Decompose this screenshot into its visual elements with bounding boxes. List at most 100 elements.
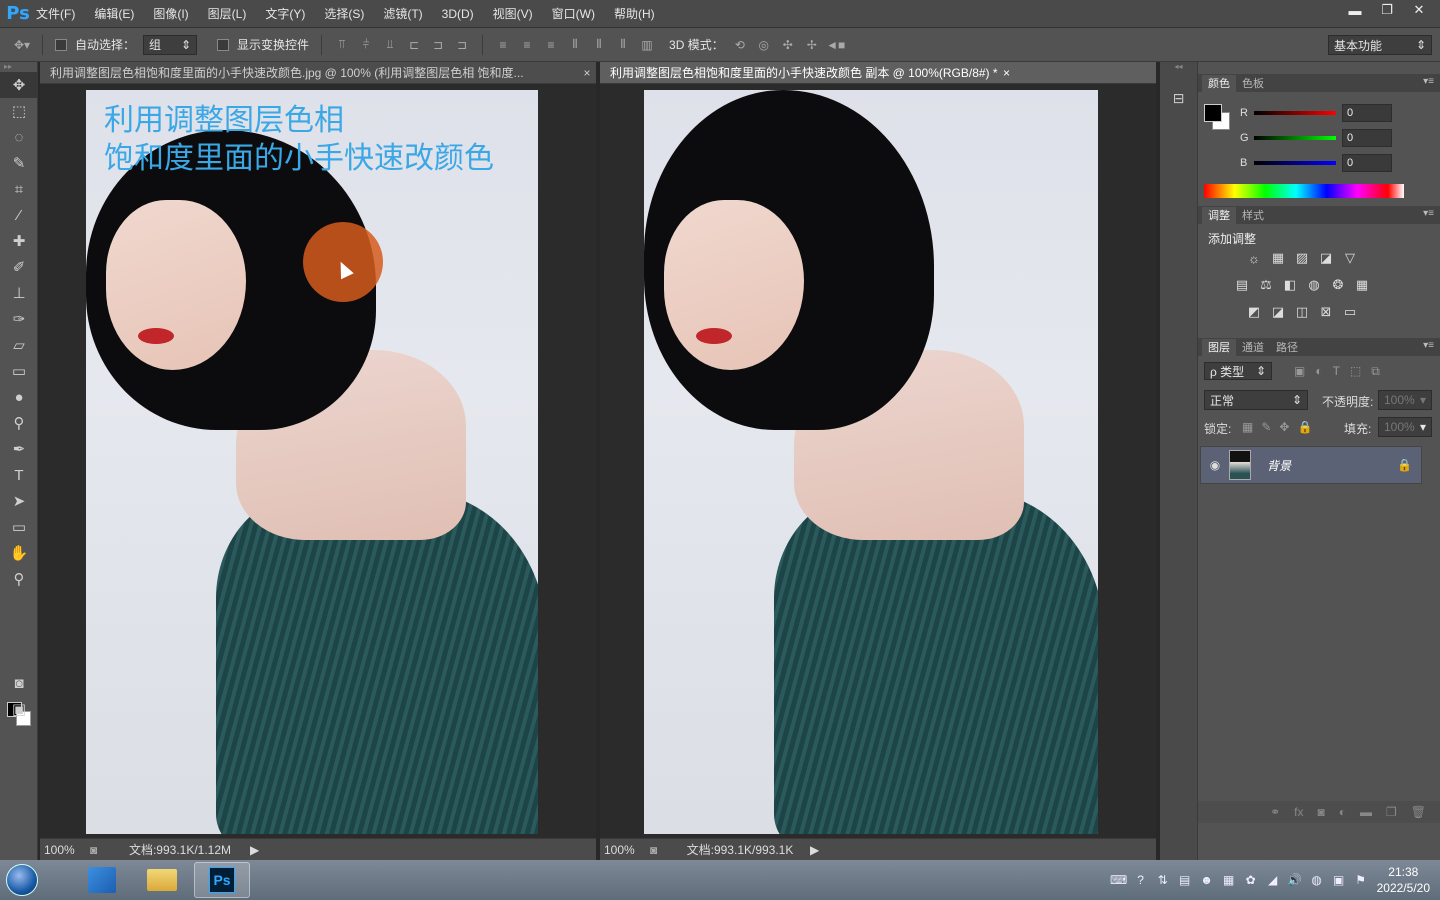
status-info-icon[interactable]: ◙ [90, 843, 110, 857]
menu-file[interactable]: 文件(F) [36, 5, 75, 22]
visibility-eye-icon[interactable]: ◉ [1201, 458, 1229, 472]
tab-layers[interactable]: 图层 [1202, 339, 1236, 356]
photo-canvas[interactable] [644, 90, 1098, 834]
network-icon[interactable]: ▣ [1331, 872, 1347, 888]
posterize-icon[interactable]: ◪ [1270, 304, 1286, 320]
filter-type-icon[interactable]: T [1333, 364, 1340, 379]
photo-canvas[interactable]: 利用调整图层色相 饱和度里面的小手快速改颜色 [86, 90, 538, 834]
align-right-icon[interactable]: ⊐ [454, 37, 470, 53]
workspace-dropdown[interactable]: 基本功能 ⇕ [1328, 35, 1432, 55]
status-menu-arrow-icon[interactable]: ▶ [250, 843, 270, 857]
layer-name[interactable]: 背景 [1267, 457, 1397, 474]
channel-mixer-icon[interactable]: ❂ [1330, 277, 1346, 293]
qq-icon[interactable]: ☻ [1199, 872, 1215, 888]
fx-icon[interactable]: fx [1294, 805, 1303, 819]
lock-transparent-icon[interactable]: ▦ [1242, 420, 1253, 434]
taskbar-app-windows[interactable] [74, 862, 130, 898]
help-icon[interactable]: ? [1133, 872, 1149, 888]
exposure-icon[interactable]: ◪ [1318, 250, 1334, 266]
menu-window[interactable]: 窗口(W) [552, 5, 595, 22]
distribute-bottom-icon[interactable]: ≡ [543, 37, 559, 53]
layer-row-background[interactable]: ◉ 背景 🔒 [1200, 446, 1422, 484]
color-fg-swatch[interactable] [1204, 104, 1222, 122]
3d-roll-icon[interactable]: ◎ [756, 37, 772, 53]
lock-position-icon[interactable]: ✥ [1279, 420, 1289, 434]
tab-swatches[interactable]: 色板 [1236, 75, 1270, 92]
threshold-icon[interactable]: ◫ [1294, 304, 1310, 320]
menu-type[interactable]: 文字(Y) [265, 5, 305, 22]
collapse-arrows-icon[interactable]: ◂◂ [1160, 62, 1197, 72]
eraser-tool-icon[interactable]: ▱ [0, 332, 38, 358]
green-slider[interactable]: G 0 [1240, 129, 1392, 147]
lock-all-icon[interactable]: 🔒 [1297, 420, 1312, 434]
move-tool-preset-icon[interactable]: ✥▾ [14, 37, 30, 53]
panel-grip-icon[interactable]: ▸▸ [0, 62, 37, 72]
panel-menu-icon[interactable]: ▾≡ [1423, 208, 1434, 219]
keyboard-icon[interactable]: ⌨ [1110, 872, 1127, 888]
3d-scale-icon[interactable]: ◄■ [826, 37, 845, 53]
selective-color-icon[interactable]: ⊠ [1318, 304, 1334, 320]
green-gradient[interactable] [1254, 136, 1336, 140]
gradient-map-icon[interactable]: ▭ [1342, 304, 1358, 320]
eyedropper-tool-icon[interactable]: ⁄ [0, 202, 38, 228]
blur-tool-icon[interactable]: ● [0, 384, 38, 410]
clock[interactable]: 21:38 2022/5/20 [1377, 864, 1430, 896]
align-vcenter-icon[interactable]: ⫩ [358, 37, 374, 53]
new-adjustment-icon[interactable]: ◐ [1339, 805, 1346, 819]
color-spectrum-ramp[interactable] [1204, 184, 1404, 198]
history-brush-tool-icon[interactable]: ✑ [0, 306, 38, 332]
black-white-icon[interactable]: ◧ [1282, 277, 1298, 293]
taskbar-explorer[interactable] [134, 862, 190, 898]
document-tab-original[interactable]: 利用调整图层色相饱和度里面的小手快速改颜色.jpg @ 100% (利用调整图层… [40, 62, 596, 84]
color-lookup-icon[interactable]: ▦ [1354, 277, 1370, 293]
type-tool-icon[interactable]: T [0, 462, 38, 488]
align-left-icon[interactable]: ⊏ [406, 37, 422, 53]
zoom-level[interactable]: 100% [600, 843, 650, 857]
language-icon[interactable]: ⇅ [1155, 872, 1171, 888]
healing-brush-tool-icon[interactable]: ✚ [0, 228, 38, 254]
tab-styles[interactable]: 样式 [1236, 207, 1270, 224]
action-center-icon[interactable]: ⚑ [1353, 872, 1369, 888]
link-layers-icon[interactable]: ⚭ [1270, 805, 1280, 819]
panel-menu-icon[interactable]: ▾≡ [1423, 340, 1434, 351]
auto-align-icon[interactable]: ▥ [639, 37, 655, 53]
path-select-tool-icon[interactable]: ➤ [0, 488, 38, 514]
fill-field[interactable]: 100% ▾ [1378, 417, 1432, 437]
menu-layer[interactable]: 图层(L) [208, 5, 247, 22]
auto-select-dropdown[interactable]: 组 ⇕ [143, 34, 198, 55]
vibrance-icon[interactable]: ▽ [1342, 250, 1358, 266]
3d-drag-icon[interactable]: ✣ [780, 37, 796, 53]
blue-value[interactable]: 0 [1342, 154, 1392, 172]
taskbar-photoshop[interactable]: Ps [194, 862, 250, 898]
levels-icon[interactable]: ▦ [1270, 250, 1286, 266]
distribute-left-icon[interactable]: ⦀ [567, 37, 583, 53]
tab-paths[interactable]: 路径 [1270, 339, 1304, 356]
show-transform-checkbox[interactable] [217, 38, 230, 51]
add-mask-icon[interactable]: ◙ [1318, 805, 1325, 819]
quick-select-tool-icon[interactable]: ✎ [0, 150, 38, 176]
panel-menu-icon[interactable]: ▾≡ [1423, 76, 1434, 87]
zoom-level[interactable]: 100% [40, 843, 90, 857]
tray-flag-icon[interactable]: ◢ [1265, 872, 1281, 888]
quick-mask-icon[interactable]: ◙ [0, 670, 38, 696]
menu-filter[interactable]: 滤镜(T) [383, 5, 422, 22]
curves-icon[interactable]: ▨ [1294, 250, 1310, 266]
blue-gradient[interactable] [1254, 161, 1336, 165]
distribute-hcenter-icon[interactable]: ⦀ [591, 37, 607, 53]
brightness-contrast-icon[interactable]: ☼ [1246, 250, 1262, 266]
layer-filter-dropdown[interactable]: ρ 类型 ⇕ [1204, 362, 1272, 380]
screen-mode-icon[interactable]: ▣ [0, 696, 38, 722]
new-group-icon[interactable]: ▬ [1360, 805, 1372, 819]
restore-button[interactable]: ❐ [1372, 0, 1402, 20]
distribute-vcenter-icon[interactable]: ≡ [519, 37, 535, 53]
stamp-tool-icon[interactable]: ⊥ [0, 280, 38, 306]
gradient-tool-icon[interactable]: ▭ [0, 358, 38, 384]
minimize-button[interactable]: ▬ [1340, 0, 1370, 20]
color-balance-icon[interactable]: ⚖ [1258, 277, 1274, 293]
close-tab-icon[interactable]: × [998, 66, 1016, 80]
marquee-tool-icon[interactable]: ⬚ [0, 98, 38, 124]
menu-3d[interactable]: 3D(D) [442, 7, 474, 21]
pen-tool-icon[interactable]: ✒ [0, 436, 38, 462]
lasso-tool-icon[interactable]: ◌ [0, 124, 38, 150]
volume-icon[interactable]: 🔊 [1287, 872, 1303, 888]
